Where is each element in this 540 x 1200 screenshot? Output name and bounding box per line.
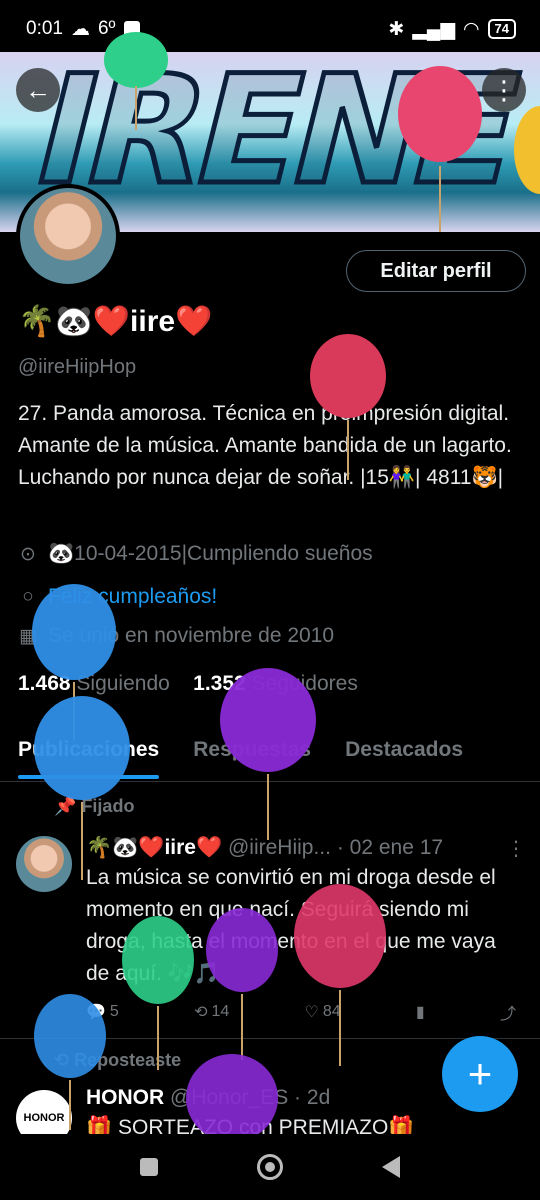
repost-button[interactable]: ⟲ 14 [194, 1000, 229, 1024]
post2-handle: @Honor_ES · 2d [170, 1086, 331, 1109]
post2-header: HONOR @Honor_ES · 2d [86, 1086, 330, 1110]
reply-count: 5 [109, 1003, 119, 1020]
joined-text: Se unió en noviembre de 2010 [48, 624, 335, 647]
post-author[interactable]: 🌴🐼❤️iire❤️ [86, 836, 222, 859]
heart-icon: ♡ [304, 1004, 319, 1021]
system-nav-bar [0, 1134, 540, 1200]
reply-icon: 💬 [86, 1004, 106, 1021]
joined-row: ▦ Se unió en noviembre de 2010 [18, 624, 334, 648]
post-avatar[interactable] [16, 836, 72, 892]
back-nav-button[interactable] [382, 1156, 401, 1178]
share-button[interactable]: ⤴ [500, 1000, 516, 1024]
location-text: 🐼10-04-2015|Cumpliendo sueños [48, 542, 373, 565]
followers-label: Seguidores [251, 672, 358, 695]
post-handle: @iireHiip... [227, 836, 331, 859]
battery-icon: 74 [487, 19, 516, 39]
pinned-label: 📌 Fijado [54, 796, 134, 817]
birthday-link[interactable]: Feliz cumpleaños! [48, 585, 217, 609]
bar-chart-icon: ▮ [415, 1004, 425, 1021]
tab-publicaciones[interactable]: Publicaciones [18, 730, 160, 781]
more-vertical-icon: ⋮ [491, 74, 517, 105]
arrow-left-icon: ← [25, 74, 51, 105]
calendar-icon: ▦ [19, 625, 37, 647]
wifi-icon: ◠ [462, 18, 480, 40]
recent-apps-button[interactable] [139, 1158, 158, 1176]
post-date: · 02 ene 17 [336, 836, 444, 859]
share-icon: ⤴ [499, 1006, 516, 1023]
location-row: ⊙ 🐼10-04-2015|Cumpliendo sueños [18, 542, 373, 566]
temperature: 6º [97, 18, 116, 39]
display-name: 🌴🐼❤️iire❤️ [18, 305, 213, 338]
avatar[interactable] [16, 184, 120, 288]
pinned-text: Fijado [81, 796, 135, 816]
profile-tabs: Publicaciones Respuestas Destacados [0, 730, 540, 782]
following-count: 1.468 [18, 672, 71, 695]
clock: 0:01 [26, 18, 63, 39]
post-more-icon[interactable]: ⋮ [506, 836, 526, 861]
search-icon: ⌕ [430, 74, 446, 104]
compose-button[interactable]: + [442, 1036, 518, 1112]
post-header: 🌴🐼❤️iire❤️ @iireHiip... · 02 ene 17 [86, 836, 526, 860]
following-link[interactable]: 1.468 Siguiendo [18, 672, 170, 695]
repost-label: ⟲ Reposteaste [54, 1050, 181, 1071]
edit-profile-button[interactable]: Editar perfil [346, 250, 526, 292]
divider [0, 1038, 540, 1039]
bio: 27. Panda amorosa. Técnica en preimpresi… [18, 402, 512, 489]
back-button[interactable]: ← [16, 68, 60, 112]
birthday-row: ○ Feliz cumpleaños! [18, 585, 217, 609]
location-pin-icon: ⊙ [20, 543, 36, 565]
balloon-icon: ○ [22, 586, 34, 607]
pin-icon: 📌 [54, 796, 77, 816]
repost-small-icon: ⟲ [54, 1050, 70, 1070]
followers-link[interactable]: 1.352 Seguidores [193, 672, 358, 695]
tab-destacados[interactable]: Destacados [345, 730, 463, 781]
more-button[interactable]: ⋮ [482, 68, 526, 112]
repost-label-text: Reposteaste [74, 1050, 182, 1070]
post-text: La música se convirtió en mi droga desde… [86, 866, 496, 985]
signal-icon: ▂▄▆ [412, 18, 455, 40]
repost-count: 14 [211, 1003, 230, 1020]
bluetooth-icon: ✱ [388, 18, 405, 40]
home-button[interactable] [256, 1154, 283, 1180]
following-label: Siguiendo [76, 672, 170, 695]
search-button[interactable]: ⌕ [416, 68, 460, 112]
tab-respuestas[interactable]: Respuestas [193, 730, 311, 781]
post-actions: 💬 5 ⟲ 14 ♡ 84 ▮ ⤴ [86, 1000, 516, 1024]
followers-count: 1.352 [193, 672, 246, 695]
follow-counts: 1.468 Siguiendo 1.352 Seguidores [18, 672, 358, 696]
reply-button[interactable]: 💬 5 [86, 1000, 119, 1024]
like-count: 84 [322, 1003, 341, 1020]
repost-icon: ⟲ [194, 1004, 208, 1021]
post2-author[interactable]: HONOR [86, 1086, 164, 1109]
status-bar: 0:01 ☁ 6º ✱ ▂▄▆ ◠ 74 [0, 0, 540, 58]
cloud-icon: ☁ [70, 18, 90, 40]
username: @iireHiipHop [18, 356, 137, 378]
views-button[interactable]: ▮ [416, 1000, 425, 1024]
like-button[interactable]: ♡ 84 [305, 1000, 341, 1024]
notification-icon [123, 21, 140, 37]
